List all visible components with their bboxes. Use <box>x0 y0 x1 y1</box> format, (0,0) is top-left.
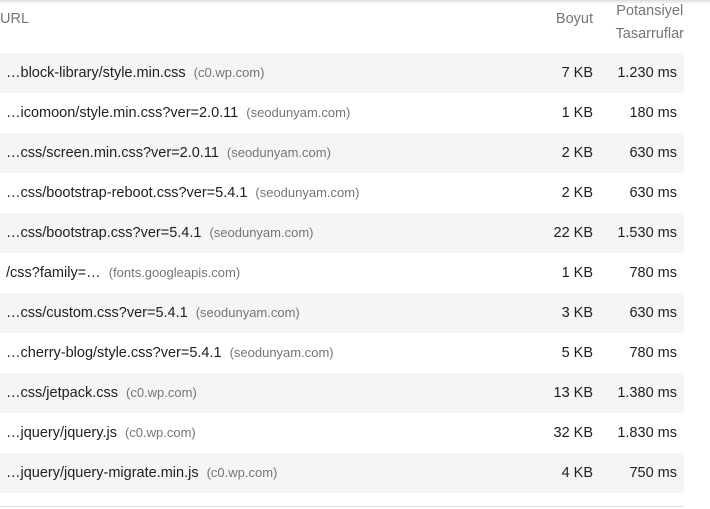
resource-url-link[interactable]: …jquery/jquery-migrate.min.js <box>6 465 199 481</box>
table-row: …block-library/style.min.css (c0.wp.com) 7… <box>0 53 684 93</box>
table-row: …css/bootstrap-reboot.css?ver=5.4.1 (seod… <box>0 173 684 213</box>
resource-url-link[interactable]: …icomoon/style.min.css?ver=2.0.11 <box>6 105 238 121</box>
size-cell: 2 KB <box>561 185 593 201</box>
size-cell: 4 KB <box>561 465 593 481</box>
resource-origin: (fonts.googleapis.com) <box>108 265 241 280</box>
size-cell: 1 KB <box>561 105 593 121</box>
resource-origin: (c0.wp.com) <box>124 425 196 440</box>
savings-cell: 780 ms <box>629 265 677 281</box>
table-bottom-divider <box>0 506 684 507</box>
url-cell: …css/custom.css?ver=5.4.1 (seodunyam.com) <box>6 293 300 333</box>
resource-table: …block-library/style.min.css (c0.wp.com) 7… <box>0 53 684 493</box>
table-header: URL Boyut Potansiyel Tasarruflar <box>0 0 684 52</box>
size-cell: 1 KB <box>561 265 593 281</box>
url-cell: …cherry-blog/style.css?ver=5.4.1 (seoduny… <box>6 333 334 373</box>
savings-cell: 1.530 ms <box>617 225 677 241</box>
resource-url-link[interactable]: …css/jetpack.css <box>6 385 118 401</box>
resource-url-link[interactable]: …css/bootstrap-reboot.css?ver=5.4.1 <box>6 185 247 201</box>
column-header-size: Boyut <box>555 11 593 27</box>
resource-origin: (c0.wp.com) <box>126 385 197 400</box>
table-row: …jquery/jquery.js (c0.wp.com) 32 KB 1.830 m… <box>0 413 684 453</box>
resource-url-link[interactable]: /css?family=… <box>6 265 101 281</box>
savings-cell: 630 ms <box>629 305 677 321</box>
table-row: …cherry-blog/style.css?ver=5.4.1 (seoduny… <box>0 333 684 373</box>
table-row: …icomoon/style.min.css?ver=2.0.11 (seodun… <box>0 93 684 133</box>
savings-cell: 630 ms <box>629 185 677 201</box>
url-cell: …block-library/style.min.css (c0.wp.com) <box>6 53 264 93</box>
resource-url-link[interactable]: …css/custom.css?ver=5.4.1 <box>6 305 188 321</box>
resource-origin: (seodunyam.com) <box>229 345 334 360</box>
resource-url-link[interactable]: …css/screen.min.css?ver=2.0.11 <box>6 145 219 161</box>
url-cell: …css/bootstrap-reboot.css?ver=5.4.1 (seod… <box>6 173 359 213</box>
table-row: …css/bootstrap.css?ver=5.4.1 (seodunyam.c… <box>0 213 684 253</box>
url-cell: …css/jetpack.css (c0.wp.com) <box>6 373 197 413</box>
resource-origin: (seodunyam.com) <box>209 225 314 240</box>
resource-url-link[interactable]: …css/bootstrap.css?ver=5.4.1 <box>6 225 201 241</box>
size-cell: 2 KB <box>561 145 593 161</box>
table-row: …css/custom.css?ver=5.4.1 (seodunyam.com)… <box>0 293 684 333</box>
resource-origin: (seodunyam.com) <box>195 305 300 320</box>
savings-cell: 1.830 ms <box>617 425 677 441</box>
size-cell: 3 KB <box>561 305 593 321</box>
savings-cell: 630 ms <box>629 145 677 161</box>
resource-origin: (seodunyam.com) <box>226 145 331 160</box>
savings-cell: 1.380 ms <box>617 385 677 401</box>
savings-cell: 780 ms <box>629 345 677 361</box>
size-cell: 7 KB <box>561 65 593 81</box>
table-row: …jquery/jquery-migrate.min.js (c0.wp.com)… <box>0 453 684 493</box>
resource-origin: (c0.wp.com) <box>206 465 278 480</box>
url-cell: …jquery/jquery-migrate.min.js (c0.wp.com) <box>6 453 277 493</box>
table-row: /css?family=… (fonts.googleapis.com) 1 KB 7… <box>0 253 684 293</box>
size-cell: 22 KB <box>553 225 594 241</box>
table-row: …css/jetpack.css (c0.wp.com) 13 KB 1.380 ms <box>0 373 684 413</box>
savings-cell: 1.230 ms <box>617 65 677 81</box>
resource-url-link[interactable]: …jquery/jquery.js <box>6 425 117 441</box>
size-cell: 32 KB <box>553 425 594 441</box>
column-header-savings: Potansiyel Tasarruflar <box>616 0 685 46</box>
url-cell: …jquery/jquery.js (c0.wp.com) <box>6 413 196 453</box>
url-cell: …icomoon/style.min.css?ver=2.0.11 (seodun… <box>6 93 350 133</box>
url-cell: …css/screen.min.css?ver=2.0.11 (seodunyam… <box>6 133 331 173</box>
resource-origin: (seodunyam.com) <box>246 105 351 120</box>
resource-url-link[interactable]: …block-library/style.min.css <box>6 65 186 81</box>
resource-origin: (c0.wp.com) <box>193 65 265 80</box>
column-header-savings-line1: Potansiyel <box>616 3 684 19</box>
url-cell: …css/bootstrap.css?ver=5.4.1 (seodunyam.c… <box>6 213 314 253</box>
savings-cell: 180 ms <box>629 105 677 121</box>
resource-url-link[interactable]: …cherry-blog/style.css?ver=5.4.1 <box>6 345 222 361</box>
column-header-savings-line2: Tasarruflar <box>615 26 685 42</box>
size-cell: 5 KB <box>561 345 593 361</box>
table-row: …css/screen.min.css?ver=2.0.11 (seodunyam… <box>0 133 684 173</box>
size-cell: 13 KB <box>553 385 594 401</box>
column-header-url: URL <box>0 11 30 27</box>
savings-cell: 750 ms <box>629 465 677 481</box>
resource-origin: (seodunyam.com) <box>255 185 360 200</box>
url-cell: /css?family=… (fonts.googleapis.com) <box>6 253 240 293</box>
